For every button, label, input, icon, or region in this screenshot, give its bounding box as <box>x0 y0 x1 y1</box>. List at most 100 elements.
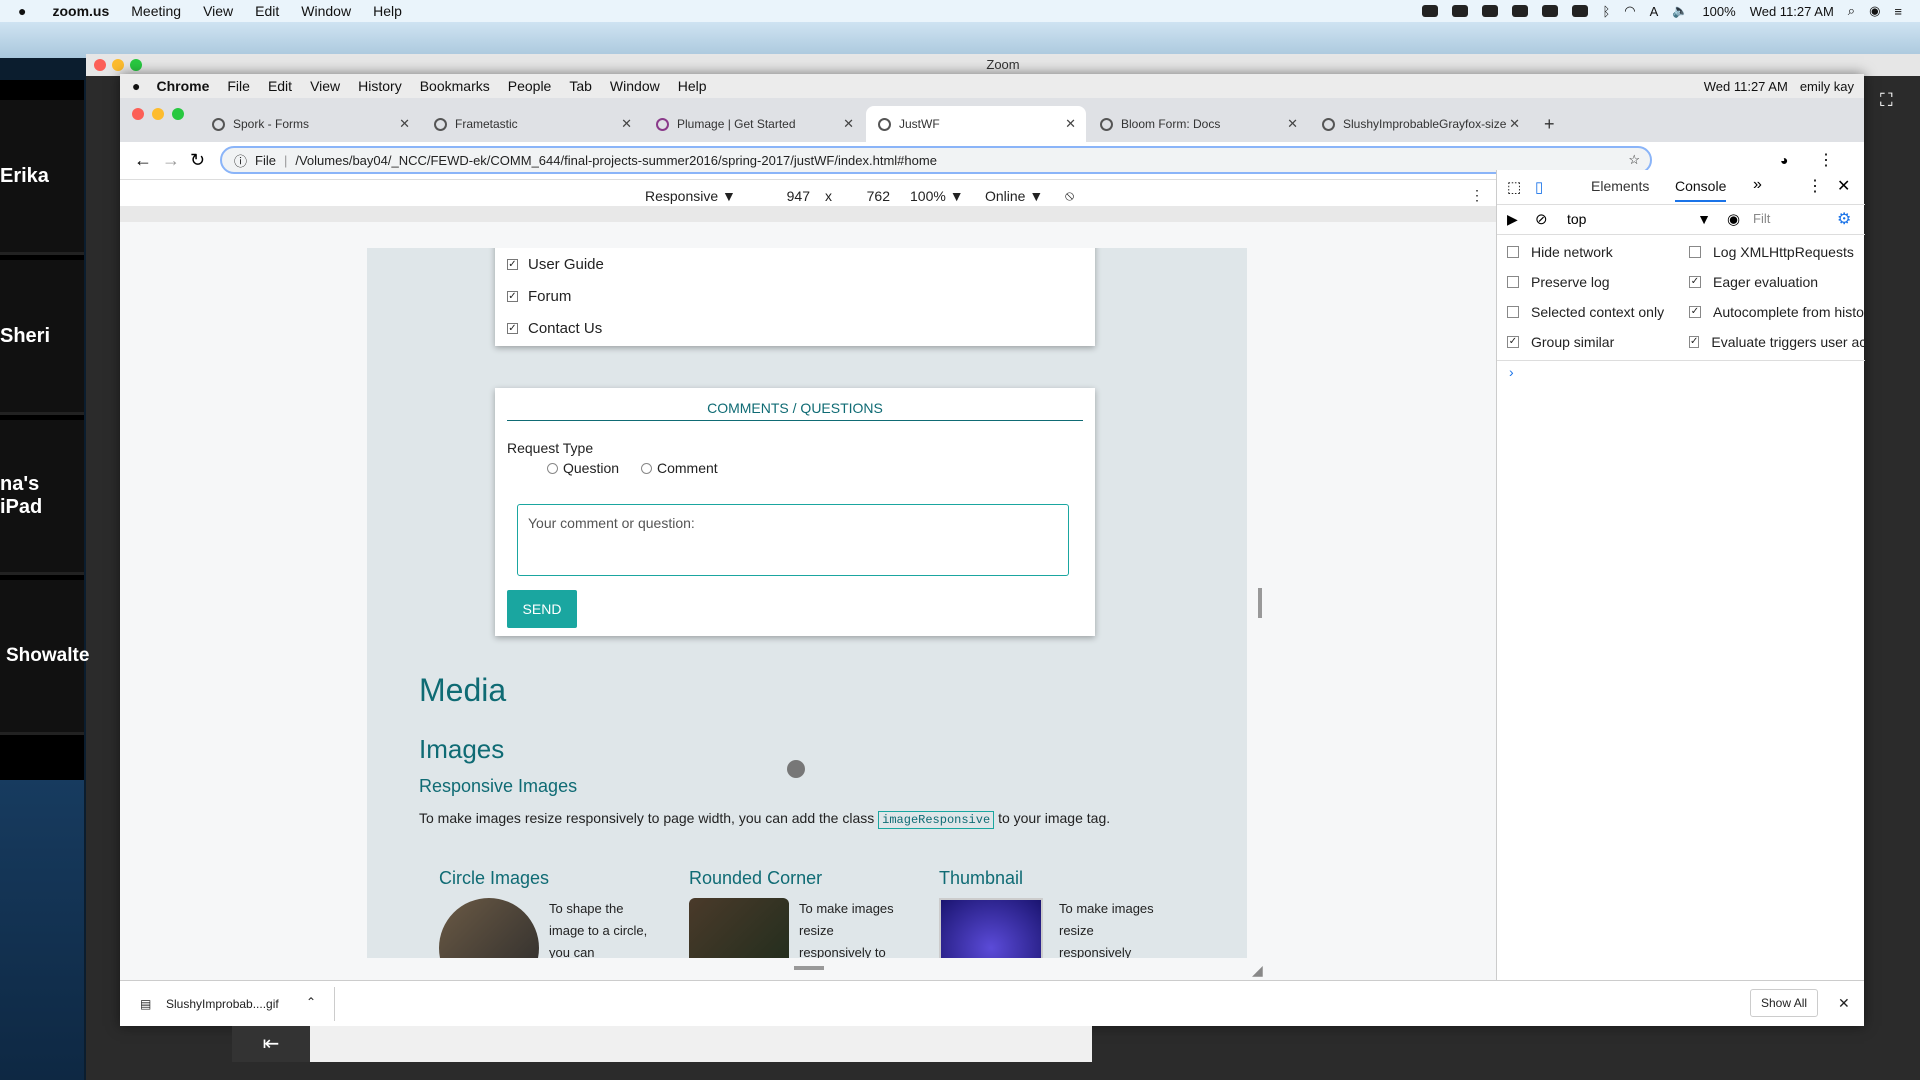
devtools-menu-icon[interactable]: ⋮ <box>1807 176 1823 196</box>
close-icon[interactable]: ✕ <box>399 116 410 132</box>
context-select[interactable]: top ▼ <box>1561 208 1717 230</box>
chrome-menu-people[interactable]: People <box>508 78 552 94</box>
close-icon[interactable]: ✕ <box>621 116 632 132</box>
radio-comment[interactable]: Comment <box>641 460 718 476</box>
bookmark-star-icon[interactable]: ☆ <box>1628 152 1640 168</box>
battery-percent[interactable]: 100% <box>1702 4 1735 19</box>
chevron-up-icon[interactable]: ⌃ <box>306 995 316 1009</box>
tab-bloom[interactable]: Bloom Form: Docs ✕ <box>1088 106 1308 142</box>
evaluate-triggers-option[interactable]: ✓ Evaluate triggers user ac <box>1689 334 1865 350</box>
device-toggle-icon[interactable]: ▯ <box>1535 178 1543 196</box>
checkbox[interactable]: ✓ <box>507 259 518 270</box>
chrome-menu-window[interactable]: Window <box>610 78 660 94</box>
console-filter-input[interactable]: Filt <box>1753 211 1770 226</box>
download-filename[interactable]: SlushyImprobab....gif <box>166 997 279 1011</box>
time-machine-icon[interactable] <box>1572 5 1589 17</box>
collapse-panel-button[interactable]: ⇤ <box>232 1026 310 1062</box>
new-tab-button[interactable]: + <box>1532 106 1572 142</box>
eye-icon[interactable]: ◉ <box>1727 210 1740 228</box>
chrome-maximize-button[interactable] <box>172 108 184 120</box>
show-all-button[interactable]: Show All <box>1750 989 1819 1017</box>
checkbox[interactable]: ✓ <box>507 291 518 302</box>
input-source-icon[interactable]: A <box>1650 4 1659 19</box>
chrome-menubar-user[interactable]: emily kay <box>1800 79 1854 94</box>
sidebar-toggle-icon[interactable]: ▶ <box>1507 211 1518 228</box>
resize-handle-right[interactable] <box>1258 588 1262 618</box>
airplay-icon[interactable] <box>1542 5 1559 17</box>
close-icon[interactable]: ✕ <box>1287 116 1298 132</box>
tab-justwf[interactable]: JustWF ✕ <box>866 106 1086 142</box>
inspect-icon[interactable]: ⬚ <box>1507 178 1521 196</box>
tab-slushy[interactable]: SlushyImprobableGrayfox-size ✕ <box>1310 106 1530 142</box>
reload-icon[interactable]: ↻ <box>190 150 205 171</box>
checkbox-item[interactable]: ✓ Contact Us <box>507 320 602 337</box>
resize-handle-bottom[interactable] <box>794 966 824 970</box>
selected-context-option[interactable]: Selected context only <box>1507 304 1664 320</box>
close-icon[interactable]: ✕ <box>843 116 854 132</box>
tab-console[interactable]: Console <box>1675 178 1727 202</box>
volume-icon[interactable]: 🔈 <box>1672 3 1688 19</box>
menubar-item-help[interactable]: Help <box>373 3 402 19</box>
menubar-clock[interactable]: Wed 11:27 AM <box>1750 4 1834 19</box>
checkbox[interactable]: ✓ <box>507 323 518 334</box>
device-zoom-select[interactable]: 100% ▼ <box>910 188 964 204</box>
back-icon[interactable]: ← <box>134 150 152 171</box>
rotate-icon[interactable]: ⦸ <box>1065 187 1074 204</box>
hide-network-option[interactable]: Hide network <box>1507 244 1613 260</box>
menubar-item-view[interactable]: View <box>203 3 233 19</box>
checkbox-item[interactable]: ✓ User Guide <box>507 256 604 273</box>
participant-tile[interactable]: Sheri <box>0 260 84 415</box>
more-tabs-icon[interactable]: » <box>1753 176 1762 194</box>
device-more-icon[interactable]: ⋮ <box>1470 187 1484 204</box>
fullscreen-icon[interactable]: ⛶ <box>1880 90 1893 111</box>
tab-plumage[interactable]: Plumage | Get Started ✕ <box>644 106 864 142</box>
checkbox[interactable] <box>1507 246 1519 258</box>
chrome-menu-history[interactable]: History <box>358 78 402 94</box>
resize-corner-icon[interactable]: ◢ <box>1252 962 1263 979</box>
media-query-bar[interactable] <box>120 206 1496 222</box>
participant-tile[interactable]: Showalte <box>0 580 89 735</box>
cloud-icon[interactable] <box>1482 5 1499 17</box>
siri-icon[interactable]: ◉ <box>1869 3 1880 19</box>
chrome-menu-view[interactable]: View <box>310 78 340 94</box>
participant-tile[interactable]: Erika <box>0 100 84 255</box>
checkbox[interactable] <box>1507 276 1519 288</box>
radio-question[interactable]: Question <box>547 460 619 476</box>
console-prompt[interactable]: › <box>1509 364 1514 380</box>
device-mode-select[interactable]: Responsive ▼ <box>645 188 736 204</box>
chrome-close-button[interactable] <box>132 108 144 120</box>
preserve-log-option[interactable]: Preserve log <box>1507 274 1610 290</box>
send-button[interactable]: SEND <box>507 590 577 628</box>
close-devtools-icon[interactable]: ✕ <box>1837 176 1850 196</box>
menubar-item-edit[interactable]: Edit <box>255 3 279 19</box>
close-icon[interactable]: ✕ <box>1509 116 1520 132</box>
menubar-app[interactable]: zoom.us <box>52 3 109 19</box>
close-download-bar-icon[interactable]: ✕ <box>1838 995 1850 1012</box>
group-similar-option[interactable]: ✓ Group similar <box>1507 334 1614 350</box>
apple-icon[interactable]: ● <box>132 78 140 94</box>
tab-spork[interactable]: Spork - Forms ✕ <box>200 106 420 142</box>
zoom-window-button[interactable] <box>130 59 142 71</box>
address-bar[interactable]: ⓘ File | /Volumes/bay04/_NCC/FEWD-ek/COM… <box>220 146 1652 174</box>
radio-button[interactable] <box>547 462 558 474</box>
close-icon[interactable]: ✕ <box>1065 116 1076 132</box>
info-icon[interactable]: ⓘ <box>234 151 247 170</box>
checkbox[interactable]: ✓ <box>1689 276 1701 288</box>
chrome-menu-icon[interactable]: ⋮ <box>1818 150 1834 170</box>
avatar[interactable]: ◕ <box>1780 152 1788 168</box>
participant-tile[interactable]: na's iPad <box>0 420 84 575</box>
spotlight-icon[interactable]: ⌕ <box>1848 3 1855 19</box>
chrome-minimize-button[interactable] <box>152 108 164 120</box>
zoom-status-icon[interactable] <box>1422 5 1439 17</box>
menubar-item-meeting[interactable]: Meeting <box>131 3 181 19</box>
menubar-item-window[interactable]: Window <box>301 3 351 19</box>
chrome-menu-tab[interactable]: Tab <box>569 78 592 94</box>
chrome-menubar-clock[interactable]: Wed 11:27 AM <box>1704 79 1788 94</box>
close-window-button[interactable] <box>94 59 106 71</box>
forward-icon[interactable]: → <box>162 150 180 171</box>
chat-icon[interactable] <box>1452 5 1469 17</box>
device-height-input[interactable]: 762 <box>840 188 890 204</box>
checkbox[interactable]: ✓ <box>1507 336 1519 348</box>
tab-frametastic[interactable]: Frametastic ✕ <box>422 106 642 142</box>
eager-evaluation-option[interactable]: ✓ Eager evaluation <box>1689 274 1818 290</box>
